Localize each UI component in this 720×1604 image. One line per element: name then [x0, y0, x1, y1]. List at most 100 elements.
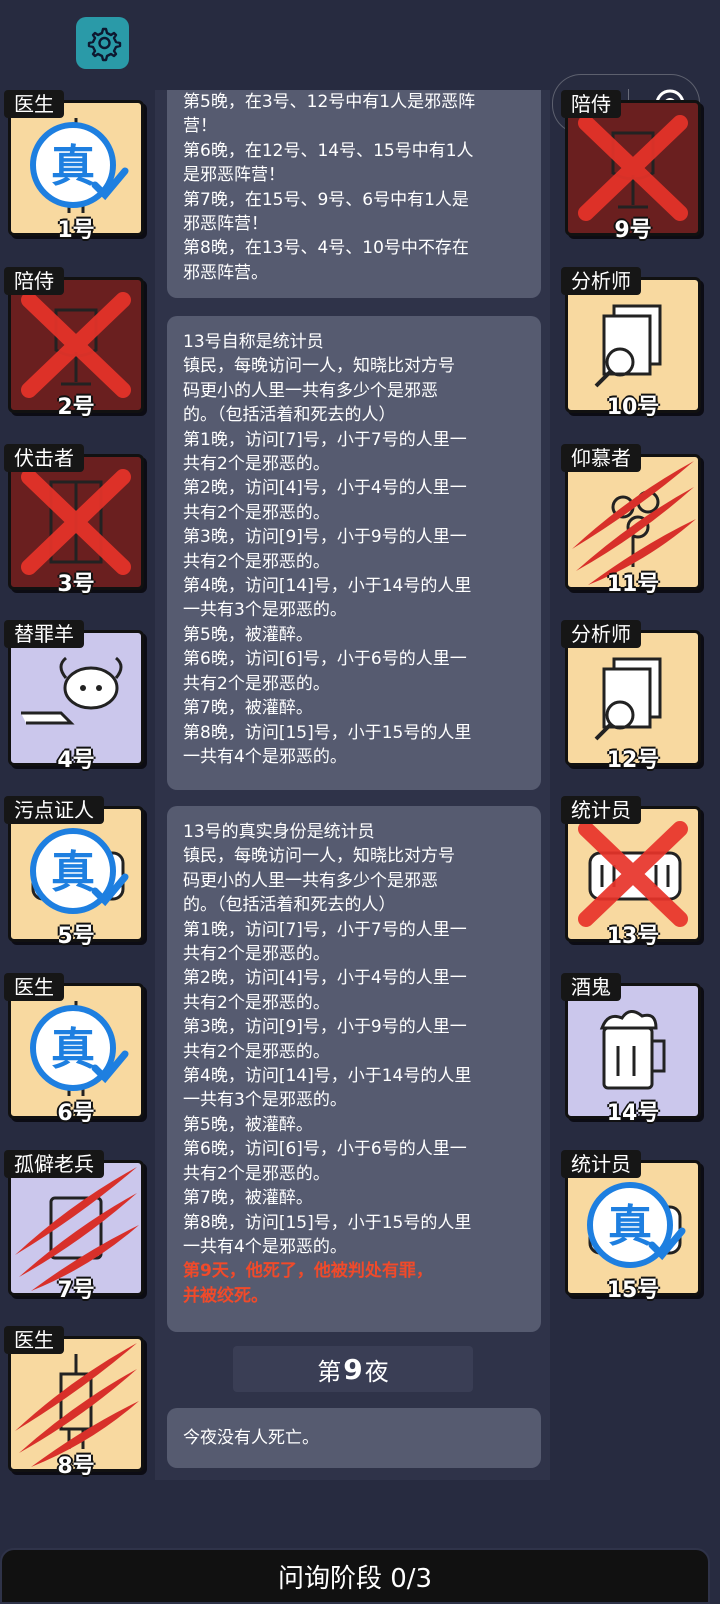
role-tag: 医生 [4, 90, 64, 118]
message-line: 第5晚，在3号、12号中有1人是邪恶阵 [183, 92, 476, 112]
message-line: 的。（包括活着和死去的人） [183, 405, 396, 426]
message-line: 第1晚，访问[7]号，小于7号的人里一 [183, 919, 467, 940]
svg-text:真: 真 [51, 141, 95, 192]
message-line: 镇民，每晚访问一人，知晓比对方号 [183, 356, 455, 377]
player-card[interactable]: 伏击者 3号 [4, 444, 144, 597]
message-line: 第4晚，访问[14]号，小于14号的人里 [183, 576, 472, 597]
message-line: 第3晚，访问[9]号，小于9号的人里一 [183, 1017, 467, 1038]
player-card[interactable]: 真 医生 1号 [4, 90, 144, 243]
message-line: 第4晚，访问[14]号，小于14号的人里 [183, 1066, 472, 1087]
role-tag: 酒鬼 [561, 973, 621, 1001]
message-line: 一共有3个是邪恶的。 [183, 1090, 347, 1111]
message-line: 第6晚，在12号、14号、15号中有1人 [183, 140, 474, 161]
message-line: 一共有3个是邪恶的。 [183, 600, 347, 621]
message-line: 共有2个是邪恶的。 [183, 673, 330, 694]
player-number: 10号 [606, 395, 660, 420]
player-number: 14号 [606, 1101, 660, 1126]
role-tag: 分析师 [561, 267, 641, 295]
player-number: 1号 [57, 218, 95, 243]
message-line: 第7晚，被灌醉。 [183, 1188, 313, 1209]
role-tag: 仰慕者 [561, 444, 641, 472]
svg-text:真: 真 [608, 1201, 652, 1252]
role-tag: 医生 [4, 973, 64, 1001]
player-number: 13号 [606, 924, 660, 949]
message-feed[interactable]: 第5晚，在3号、12号中有1人是邪恶阵 营！ 第6晚，在12号、14号、15号中有1… [155, 90, 550, 1480]
role-tag: 替罪羊 [4, 620, 84, 648]
message-line: 第2晚，访问[4]号，小于4号的人里一 [183, 478, 467, 499]
role-tag: 医生 [4, 1326, 64, 1354]
player-card[interactable]: 分析师 10号 [561, 267, 701, 420]
message-line: 共有2个是邪恶的。 [183, 992, 330, 1013]
player-number: 11号 [606, 572, 660, 597]
message-line: 13号的真实身份是统计员 [183, 822, 375, 842]
role-tag: 分析师 [561, 620, 641, 648]
message-line: 并被绞死。 [183, 1285, 268, 1306]
message-line: 第3晚，访问[9]号，小于9号的人里一 [183, 527, 467, 548]
player-number: 7号 [57, 1278, 95, 1303]
message-line: 第7晚，被灌醉。 [183, 698, 313, 719]
player-card[interactable]: 真 污点证人 5号 [4, 796, 144, 949]
player-card[interactable]: 真 医生 6号 [4, 973, 144, 1126]
role-tag: 统计员 [561, 1150, 641, 1178]
message-line: 一共有4个是邪恶的。 [183, 1236, 347, 1257]
player-number: 2号 [57, 395, 95, 420]
message-bubble: 第5晚，在3号、12号中有1人是邪恶阵 营！ 第6晚，在12号、14号、15号中有1… [167, 90, 541, 298]
message-line: 第6晚，访问[6]号，小于6号的人里一 [183, 1139, 467, 1160]
svg-text:真: 真 [51, 847, 95, 898]
message-line: 共有2个是邪恶的。 [183, 551, 330, 572]
role-tag: 伏击者 [4, 444, 84, 472]
message-line: 邪恶阵营。 [183, 262, 268, 283]
player-number: 3号 [57, 572, 95, 597]
player-number: 9号 [614, 218, 652, 243]
message-line: 码更小的人里一共有多少个是邪恶 [183, 380, 438, 401]
message-line: 共有2个是邪恶的。 [183, 502, 330, 523]
player-card[interactable]: 替罪羊 4号 [4, 620, 144, 773]
phase-bar[interactable]: 问询阶段 0/3 [0, 1548, 710, 1604]
message-line: 是邪恶阵营！ [183, 165, 285, 186]
player-card[interactable]: 真 统计员 15号 [561, 1150, 701, 1303]
message-line: 第8晚，访问[15]号，小于15号的人里 [183, 1212, 472, 1233]
svg-text:真: 真 [51, 1024, 95, 1075]
message-line: 一共有4个是邪恶的。 [183, 746, 347, 767]
message-bubble: 13号自称是统计员镇民，每晚访问一人，知晓比对方号 码更小的人里一共有多少个是邪恶… [167, 316, 541, 790]
player-number: 8号 [57, 1454, 95, 1479]
message-line: 邪恶阵营！ [183, 214, 268, 235]
message-line: 营！ [183, 116, 217, 137]
role-tag: 污点证人 [4, 796, 104, 824]
message-line: 码更小的人里一共有多少个是邪恶 [183, 870, 438, 891]
player-card[interactable]: 陪侍 2号 [4, 267, 144, 420]
message-line: 第2晚，访问[4]号，小于4号的人里一 [183, 968, 467, 989]
settings-button[interactable] [76, 17, 129, 69]
gear-icon [87, 27, 121, 62]
player-number: 6号 [57, 1101, 95, 1126]
message-line: 共有2个是邪恶的。 [183, 1041, 330, 1062]
message-line: 第5晚，被灌醉。 [183, 624, 313, 645]
player-card[interactable]: 分析师 12号 [561, 620, 701, 773]
player-number: 15号 [606, 1278, 660, 1303]
message-line: 第8晚，访问[15]号，小于15号的人里 [183, 722, 472, 743]
player-card[interactable]: 统计员 13号 [561, 796, 701, 949]
message-line: 第5晚，被灌醉。 [183, 1114, 313, 1135]
player-card[interactable]: 孤僻老兵 7号 [4, 1150, 144, 1303]
message-line: 共有2个是邪恶的。 [183, 454, 330, 475]
player-number: 4号 [57, 748, 95, 773]
player-card[interactable]: 酒鬼 14号 [561, 973, 701, 1126]
message-bubble: 13号的真实身份是统计员 镇民，每晚访问一人，知晓比对方号 码更小的人里一共有多少个… [167, 806, 541, 1332]
player-number: 5号 [57, 924, 95, 949]
player-card[interactable]: 仰慕者 11号 [561, 444, 701, 597]
message-line: 13号自称是统计员 [183, 332, 324, 352]
message-bubble: 今夜没有人死亡。 [167, 1408, 541, 1468]
role-tag: 陪侍 [561, 90, 621, 118]
player-number: 12号 [606, 748, 660, 773]
message-line: 第7晚，在15号、9号、6号中有1人是 [183, 189, 469, 210]
message-line: 第9天，他死了，他被判处有罪， [183, 1261, 433, 1282]
player-card[interactable]: 陪侍 9号 [561, 90, 701, 243]
night-label: 第9夜 [233, 1346, 473, 1392]
role-tag: 陪侍 [4, 267, 64, 295]
message-line: 的。（包括活着和死去的人） [183, 895, 396, 916]
role-tag: 统计员 [561, 796, 641, 824]
role-tag: 孤僻老兵 [4, 1150, 104, 1178]
message-line: 第6晚，访问[6]号，小于6号的人里一 [183, 649, 467, 670]
player-card[interactable]: 医生 8号 [4, 1326, 144, 1479]
message-line: 第8晚，在13号、4号、10号中不存在 [183, 238, 469, 259]
